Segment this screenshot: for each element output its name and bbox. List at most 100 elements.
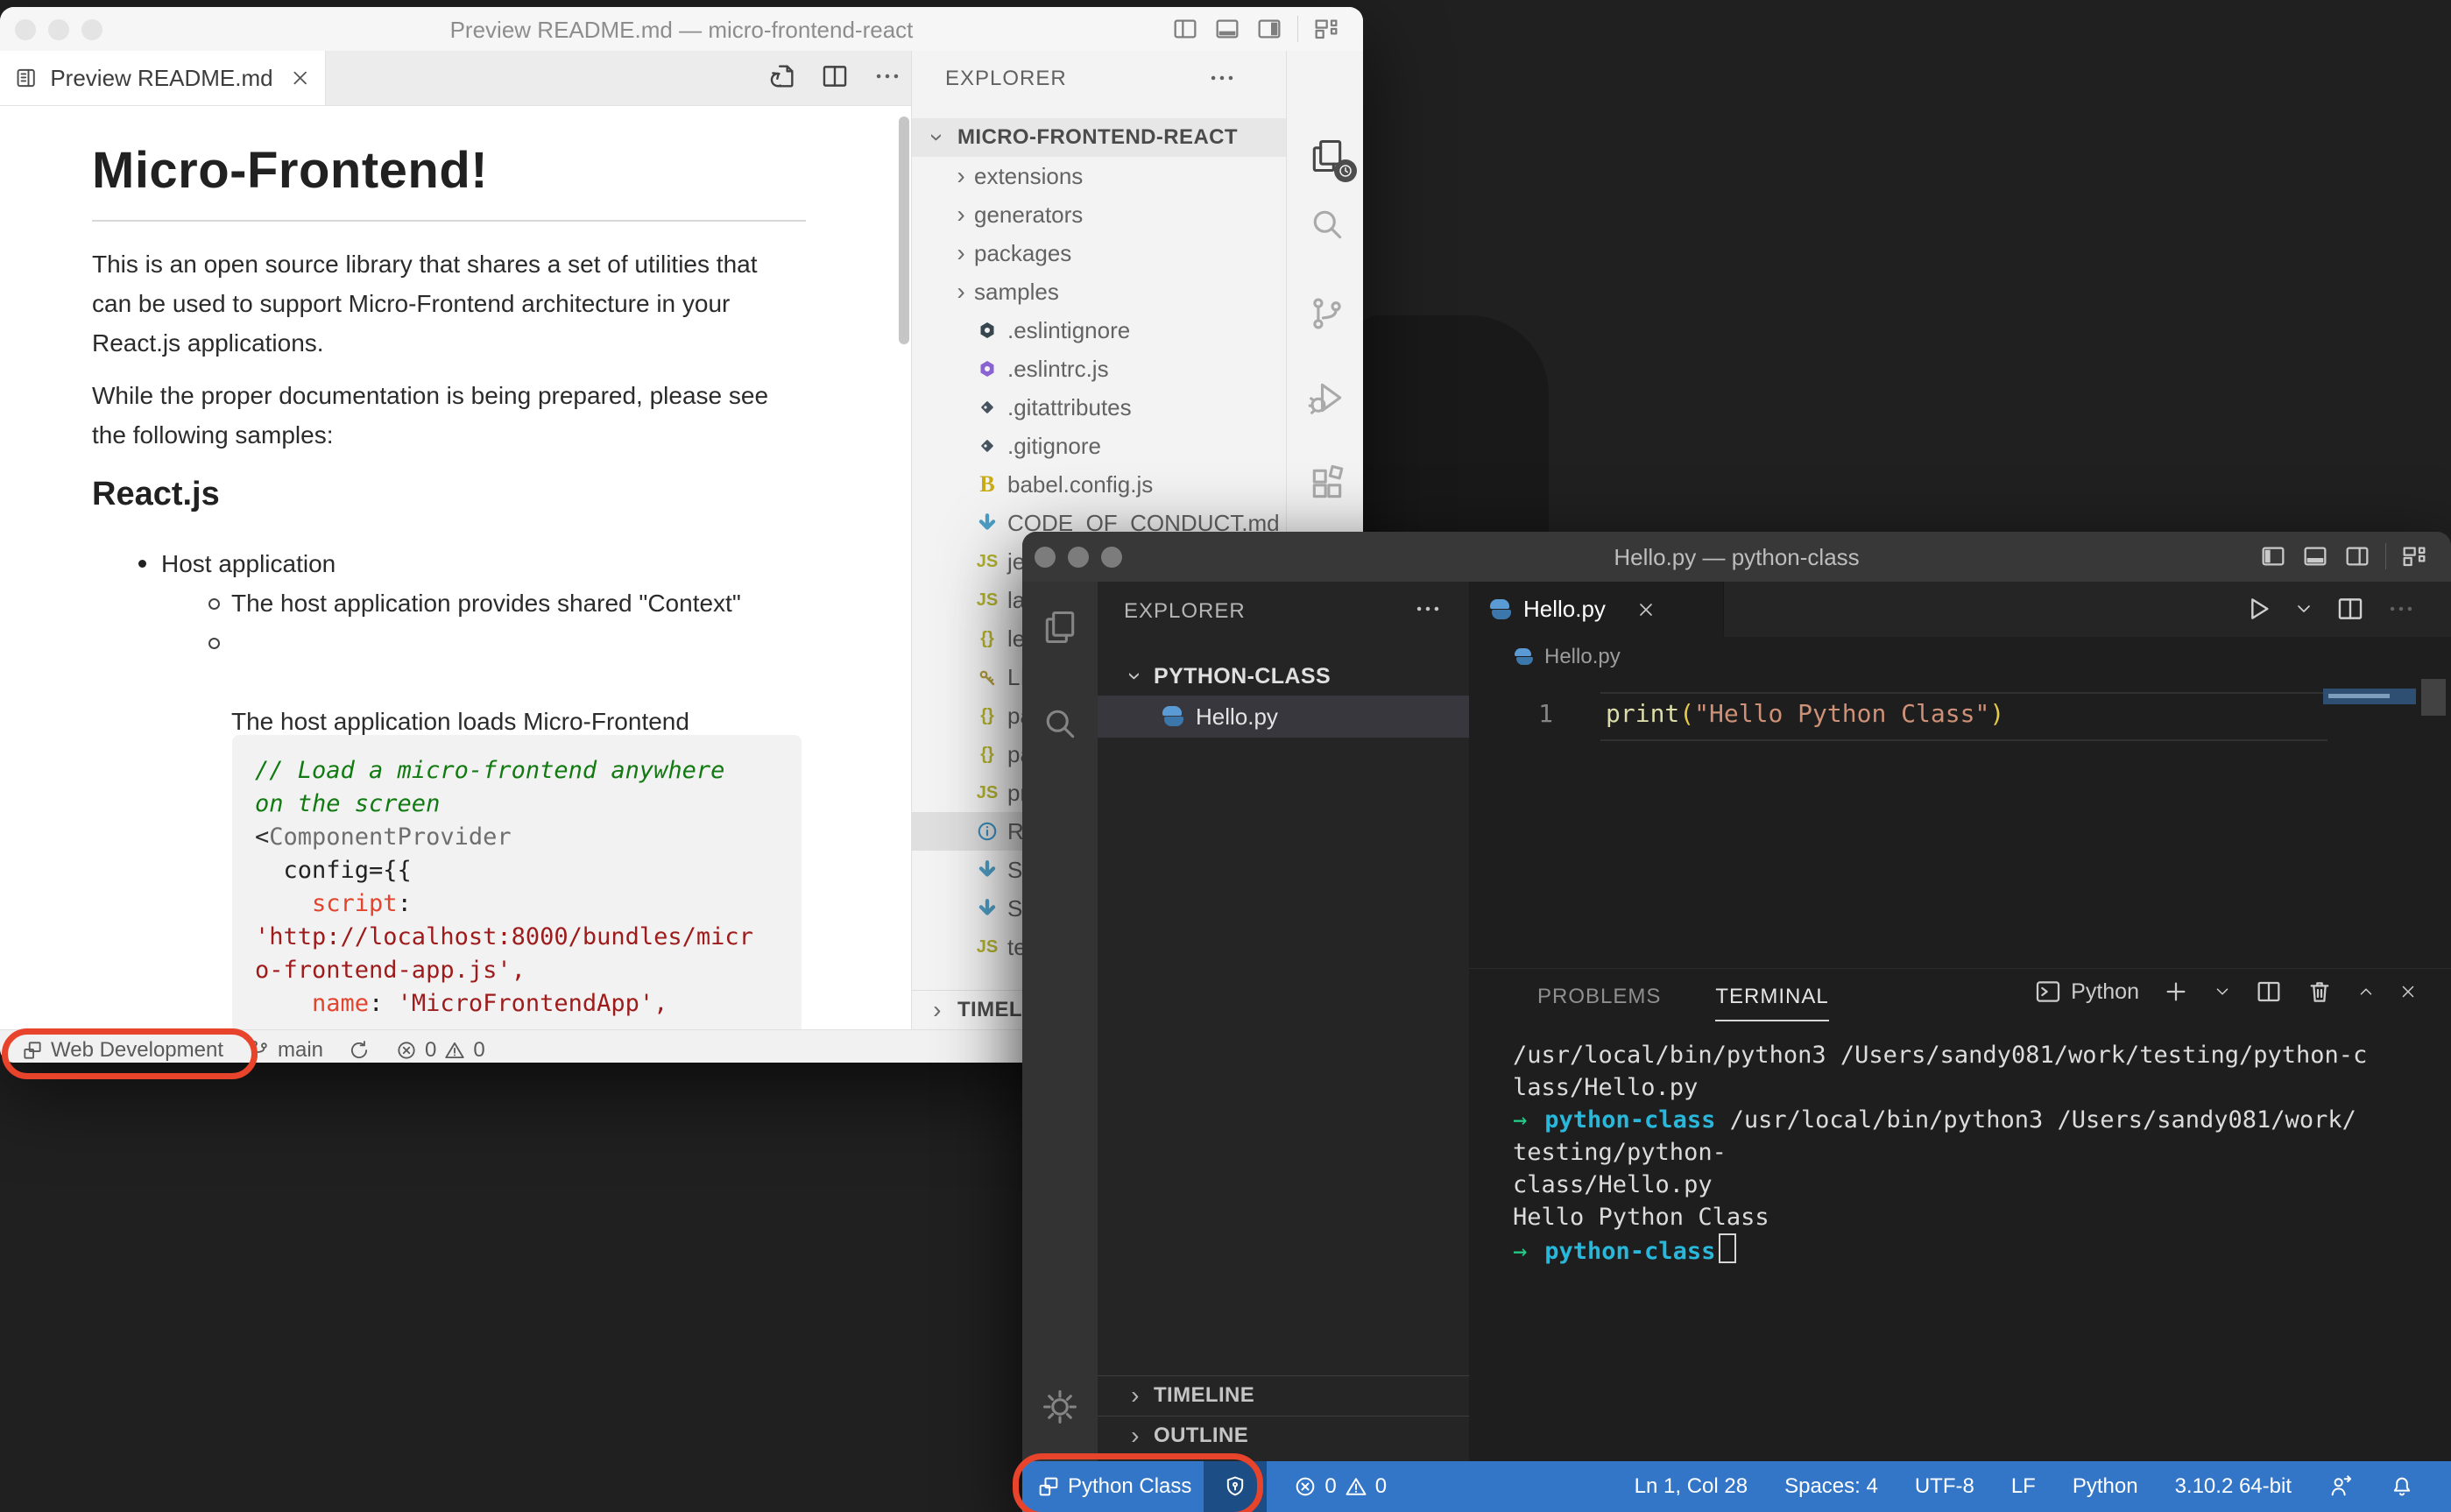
- file-tree-row[interactable]: › JS {} B babel.config.: [912, 465, 1286, 504]
- cursor-position-item[interactable]: Ln 1, Col 28: [1635, 1474, 1748, 1499]
- file-tree-row[interactable]: › JS {} B extensions: [912, 157, 1286, 195]
- python-interpreter-item[interactable]: 3.10.2 64-bit: [2175, 1474, 2292, 1499]
- line-number: 1: [1538, 699, 1553, 728]
- file-name: .gitignore: [1007, 432, 1101, 459]
- more-actions-icon[interactable]: [2386, 594, 2416, 624]
- toggle-panel-icon[interactable]: [2301, 542, 2329, 570]
- run-debug-icon[interactable]: [1308, 378, 1346, 417]
- tab-preview-readme[interactable]: Preview README.md: [0, 51, 326, 105]
- file-name: .gitattributes: [1007, 393, 1132, 420]
- open-source-file-icon[interactable]: [767, 61, 797, 91]
- vscode-window-dark: Hello.py — python-class EXPLORER › PYTHO…: [1022, 532, 2451, 1512]
- tree-root-folder[interactable]: › MICRO-FRONTEND-REACT: [912, 118, 1286, 157]
- markdown-paragraph: While the proper documentation is being …: [92, 382, 769, 449]
- split-editor-icon[interactable]: [2335, 594, 2365, 624]
- timeline-section-header[interactable]: › TIMELINE: [1098, 1375, 1469, 1415]
- panel-tabs: PROBLEMS TERMINAL: [1537, 985, 1830, 1021]
- file-tree-row-selected[interactable]: Hello.py: [1098, 696, 1469, 738]
- search-icon[interactable]: [1041, 704, 1079, 743]
- markdown-h1: Micro-Frontend!: [92, 142, 489, 199]
- file-tree-row[interactable]: › JS {} B .eslintignore: [912, 311, 1286, 350]
- customize-layout-icon[interactable]: [2400, 542, 2428, 570]
- explorer-icon[interactable]: [1041, 608, 1079, 646]
- file-tree-row[interactable]: › JS {} B packages: [912, 234, 1286, 272]
- encoding-item[interactable]: UTF-8: [1915, 1474, 1974, 1499]
- panel: PROBLEMS TERMINAL Python /usr/local/bin/…: [1469, 968, 2451, 1462]
- editor-scrollbar-thumb[interactable]: [2421, 679, 2446, 716]
- titlebar: Preview README.md — micro-frontend-react: [0, 7, 1363, 51]
- breadcrumb[interactable]: Hello.py: [1513, 645, 1621, 669]
- editor-area: Hello.py Hello.py 1 print("Hello Python …: [1469, 582, 2451, 1462]
- file-tree-row[interactable]: › JS {} B samples: [912, 272, 1286, 311]
- split-editor-icon[interactable]: [820, 61, 850, 91]
- split-terminal-icon[interactable]: [2255, 978, 2283, 1006]
- git-branch-status-item[interactable]: main: [248, 1038, 323, 1063]
- window-title: Preview README.md — micro-frontend-react: [449, 17, 914, 43]
- markdown-sublist-item: The host application provides shared "Co…: [208, 583, 741, 623]
- terminal-profile-item[interactable]: Python: [2034, 978, 2139, 1006]
- more-actions-icon[interactable]: [872, 61, 902, 91]
- chevron-down-icon: ›: [924, 133, 951, 142]
- file-tree-row[interactable]: › JS {} B generators: [912, 195, 1286, 234]
- language-mode-item[interactable]: Python: [2073, 1474, 2138, 1499]
- terminal-dropdown-chevron-icon[interactable]: [2213, 982, 2232, 1001]
- annotation-ellipse-python-class: [1013, 1453, 1263, 1512]
- tab-problems[interactable]: PROBLEMS: [1537, 985, 1661, 1009]
- settings-gear-icon[interactable]: [1041, 1388, 1079, 1426]
- close-panel-icon[interactable]: [2398, 982, 2418, 1001]
- source-control-icon[interactable]: [1308, 294, 1346, 333]
- file-tree-row[interactable]: › JS {} B .eslintrc.js: [912, 350, 1286, 388]
- file-tree-row[interactable]: › JS {} B .gitignore: [912, 427, 1286, 465]
- root-folder-name: MICRO-FRONTEND-REACT: [957, 125, 1238, 149]
- file-name: .eslintignore: [1007, 316, 1131, 343]
- toggle-panel-icon[interactable]: [1213, 15, 1241, 43]
- eol-item[interactable]: LF: [2011, 1474, 2036, 1499]
- run-python-file-icon[interactable]: [2243, 594, 2272, 624]
- tab-close-icon[interactable]: [1635, 599, 1656, 620]
- problems-status-item[interactable]: 0 0: [395, 1038, 485, 1063]
- sidebar-more-actions-icon[interactable]: [1413, 594, 1443, 624]
- toggle-secondary-sidebar-icon[interactable]: [2343, 542, 2371, 570]
- tab-close-icon[interactable]: [289, 67, 311, 89]
- extensions-icon[interactable]: [1308, 464, 1346, 503]
- notifications-item[interactable]: [2390, 1474, 2414, 1499]
- sidebar-title: EXPLORER: [1124, 599, 1246, 623]
- minimap[interactable]: [2323, 689, 2416, 704]
- kill-terminal-trash-icon[interactable]: [2306, 978, 2334, 1006]
- new-terminal-icon[interactable]: [2162, 978, 2190, 1006]
- panel-actions: Python: [2034, 978, 2418, 1006]
- prompt-arrow: →: [1513, 1106, 1528, 1134]
- sidebar-more-actions-icon[interactable]: [1207, 63, 1237, 93]
- tab-hello-py[interactable]: Hello.py: [1469, 582, 1724, 637]
- preview-scrollbar-thumb[interactable]: [899, 117, 909, 344]
- code-line[interactable]: print("Hello Python Class"): [1606, 699, 2004, 728]
- feedback-item[interactable]: [2328, 1474, 2353, 1499]
- run-dropdown-chevron-icon[interactable]: [2293, 598, 2314, 619]
- status-right-group: Ln 1, Col 28 Spaces: 4 UTF-8 LF Python 3…: [1635, 1474, 2451, 1499]
- tree-root-folder[interactable]: › PYTHON-CLASS: [1098, 657, 1469, 696]
- tab-label: Preview README.md: [50, 64, 273, 91]
- maximize-panel-chevron-icon[interactable]: [2356, 982, 2376, 1001]
- search-icon[interactable]: [1308, 205, 1346, 244]
- tab-terminal[interactable]: TERMINAL: [1715, 985, 1830, 1021]
- desktop: Preview README.md — micro-frontend-react…: [0, 0, 2451, 1512]
- toggle-sidebar-icon[interactable]: [1171, 15, 1199, 43]
- file-type-icon: JS {} B: [980, 628, 994, 648]
- prompt-cwd: python-class: [1544, 1238, 1716, 1265]
- customize-layout-icon[interactable]: [1312, 15, 1340, 43]
- file-tree-row[interactable]: › JS {} B .gitattribute: [912, 388, 1286, 427]
- outline-section-header[interactable]: › OUTLINE: [1098, 1416, 1469, 1455]
- sync-status-item[interactable]: [348, 1039, 371, 1062]
- clock-badge-icon: [1334, 159, 1357, 182]
- toggle-sidebar-icon[interactable]: [2259, 542, 2287, 570]
- problems-status-item[interactable]: 0 0: [1293, 1474, 1387, 1499]
- indentation-item[interactable]: Spaces: 4: [1784, 1474, 1878, 1499]
- toggle-secondary-sidebar-icon[interactable]: [1255, 15, 1283, 43]
- divider: [2385, 543, 2386, 569]
- terminal-output[interactable]: /usr/local/bin/python3 /Users/sandy081/w…: [1513, 1039, 2415, 1268]
- file-type-icon: JS {} B: [974, 895, 1000, 922]
- file-type-icon: JS {} B: [974, 510, 1000, 536]
- file-name: samples: [974, 278, 1059, 305]
- window-title: Hello.py — python-class: [1614, 544, 1860, 570]
- markdown-preview-pane[interactable]: Micro-Frontend! This is an open source l…: [0, 106, 911, 1029]
